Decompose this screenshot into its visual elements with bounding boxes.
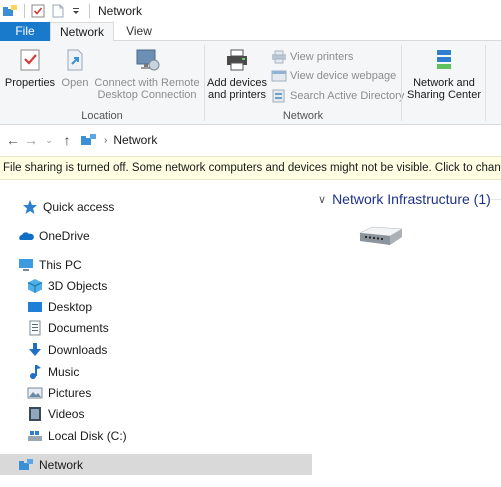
videos-icon: [29, 406, 41, 421]
nav-label: Downloads: [48, 342, 108, 357]
nav-label: Quick access: [43, 199, 115, 214]
connect-label-line1: Connect with Remote: [94, 77, 200, 89]
nav-label: 3D Objects: [48, 278, 108, 293]
nav-videos[interactable]: Videos: [0, 403, 312, 424]
forward-arrow-icon[interactable]: →: [22, 132, 40, 148]
connect-remote-desktop-button[interactable]: Connect with Remote Desktop Connection: [94, 47, 200, 101]
nav-network[interactable]: Network: [0, 454, 312, 475]
search-active-directory-label: Search Active Directory: [290, 90, 405, 102]
ribbon: Properties Open Connect with Remote Desk…: [0, 41, 501, 125]
add-devices-printers-button[interactable]: Add devices and printers: [207, 47, 267, 101]
title-separator-2: [89, 4, 90, 18]
window-title: Network: [98, 4, 143, 18]
nav-label: This PC: [39, 257, 82, 272]
nav-label: Videos: [48, 406, 85, 421]
nav-label: Local Disk (C:): [48, 428, 127, 443]
add-devices-line2: and printers: [207, 89, 267, 101]
title-bar: Network: [0, 0, 501, 22]
group-collapse-chevron-icon[interactable]: ∨: [318, 193, 326, 206]
properties-label: Properties: [4, 77, 56, 89]
documents-icon: [29, 320, 41, 335]
printer-icon: [227, 49, 247, 71]
local-disk-icon: [28, 430, 42, 441]
view-device-webpage-label: View device webpage: [290, 70, 397, 82]
download-arrow-icon: [29, 342, 41, 356]
3d-objects-icon: [27, 278, 43, 293]
up-arrow-icon[interactable]: ↑: [58, 132, 76, 148]
nav-this-pc[interactable]: This PC: [0, 254, 312, 275]
ribbon-tabs: File Network View: [0, 22, 501, 42]
nav-label: Music: [48, 364, 80, 379]
file-sharing-infobar[interactable]: File sharing is turned off. Some network…: [0, 156, 501, 180]
sharing-label-line2: Sharing Center: [407, 89, 481, 101]
remote-desktop-icon: [136, 49, 160, 71]
new-folder-quick-icon[interactable]: [51, 4, 65, 18]
nav-local-disk[interactable]: Local Disk (C:): [0, 425, 312, 446]
address-bar: ← → ⌄ ↑ › Network: [0, 126, 501, 154]
view-printers-button[interactable]: View printers: [271, 49, 353, 65]
router-device-icon[interactable]: [356, 225, 406, 249]
location-group-label: Location: [81, 110, 123, 122]
pictures-icon: [27, 387, 43, 398]
network-sharing-center-icon: [437, 50, 451, 69]
music-note-icon: [30, 364, 41, 379]
nav-label: Desktop: [48, 299, 93, 314]
nav-desktop[interactable]: Desktop: [0, 296, 312, 317]
ribbon-separator-3: [485, 45, 486, 121]
ribbon-group-sharing: Network and Sharing Center: [402, 41, 484, 125]
nav-documents[interactable]: Documents: [0, 317, 312, 338]
nav-3d-objects[interactable]: 3D Objects: [0, 275, 312, 296]
ribbon-group-network: Add devices and printers View printers V…: [205, 41, 404, 125]
nav-quick-access[interactable]: Quick access: [0, 196, 312, 217]
nav-onedrive[interactable]: OneDrive: [0, 225, 312, 246]
network-sharing-center-button[interactable]: Network and Sharing Center: [404, 47, 484, 101]
network-breadcrumb-icon: [81, 134, 96, 145]
properties-icon: [20, 49, 40, 71]
search-active-directory-button[interactable]: Search Active Directory: [271, 88, 404, 104]
navigation-pane: Quick access OneDrive This PC 3D Objects…: [0, 181, 312, 487]
breadcrumb-network[interactable]: Network: [113, 133, 157, 147]
nav-label: Pictures: [48, 385, 92, 400]
properties-button[interactable]: Properties: [4, 47, 56, 89]
webpage-icon: [271, 70, 287, 82]
network-group-label: Network: [282, 110, 324, 122]
add-devices-line1: Add devices: [207, 77, 267, 89]
view-printers-label: View printers: [290, 51, 354, 63]
open-label: Open: [61, 77, 89, 89]
breadcrumb[interactable]: › Network: [80, 133, 157, 147]
network-folder-icon: [3, 5, 17, 16]
view-device-webpage-button[interactable]: View device webpage: [271, 68, 396, 84]
nav-music[interactable]: Music: [0, 361, 312, 382]
tab-file[interactable]: File: [0, 22, 50, 41]
open-button[interactable]: Open: [60, 47, 90, 89]
tab-view[interactable]: View: [114, 22, 164, 42]
open-icon: [67, 49, 83, 71]
network-icon: [19, 458, 33, 470]
onedrive-cloud-icon: [19, 231, 34, 240]
nav-pictures[interactable]: Pictures: [0, 382, 312, 403]
nav-downloads[interactable]: Downloads: [0, 339, 312, 360]
group-header-network-infrastructure[interactable]: ∨ Network Infrastructure (1): [318, 191, 491, 207]
back-arrow-icon[interactable]: ←: [4, 132, 22, 148]
sharing-label-line1: Network and: [413, 77, 475, 89]
connect-label-line2: Desktop Connection: [97, 89, 197, 101]
active-directory-icon: [272, 89, 285, 103]
nav-label: Documents: [48, 320, 109, 335]
ribbon-group-location: Properties Open Connect with Remote Desk…: [0, 41, 204, 125]
star-icon: [23, 199, 37, 214]
nav-label: OneDrive: [39, 228, 90, 243]
tab-network[interactable]: Network: [50, 22, 114, 42]
group-divider: [490, 199, 501, 200]
desktop-icon: [28, 301, 42, 312]
quick-access-dropdown-icon[interactable]: [71, 4, 81, 18]
computer-icon: [19, 258, 33, 271]
view-printers-icon: [272, 50, 286, 64]
nav-label: Network: [39, 457, 84, 472]
recent-locations-chevron-icon[interactable]: ⌄: [40, 135, 58, 146]
breadcrumb-chevron-icon[interactable]: ›: [104, 135, 107, 146]
properties-quick-icon[interactable]: [31, 4, 45, 18]
group-title: Network Infrastructure (1): [332, 191, 491, 207]
title-separator: [24, 4, 25, 18]
